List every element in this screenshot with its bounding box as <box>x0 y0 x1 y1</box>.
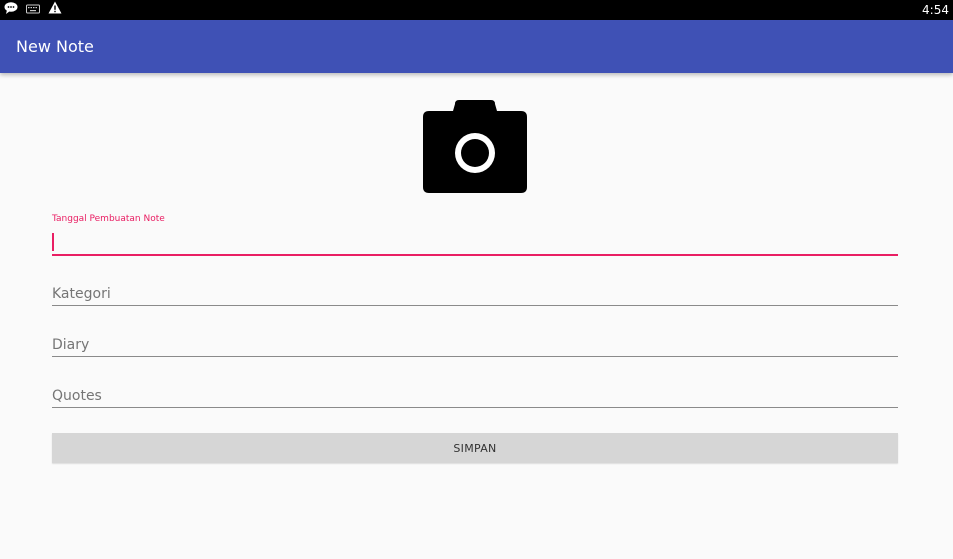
category-field-underline <box>52 305 898 306</box>
warning-icon <box>48 1 62 19</box>
date-field-label: Tanggal Pembuatan Note <box>52 214 165 224</box>
app-title: New Note <box>16 37 94 56</box>
chat-bubble-icon <box>4 1 18 19</box>
camera-icon[interactable] <box>421 98 529 195</box>
diary-field[interactable] <box>52 332 898 372</box>
quotes-input[interactable] <box>52 385 898 407</box>
date-input[interactable] <box>52 231 898 253</box>
status-bar: 4:54 <box>0 0 953 20</box>
status-icons <box>4 1 62 19</box>
save-button[interactable]: SIMPAN <box>52 433 898 463</box>
quotes-field-underline <box>52 407 898 408</box>
diary-field-underline <box>52 356 898 357</box>
date-field-underline <box>52 254 898 256</box>
category-field[interactable] <box>52 281 898 321</box>
keyboard-icon <box>26 1 40 19</box>
category-input[interactable] <box>52 283 898 305</box>
app-bar: New Note <box>0 20 953 73</box>
diary-input[interactable] <box>52 334 898 356</box>
status-time: 4:54 <box>922 3 949 17</box>
quotes-field[interactable] <box>52 383 898 423</box>
date-field[interactable]: Tanggal Pembuatan Note <box>52 214 898 258</box>
